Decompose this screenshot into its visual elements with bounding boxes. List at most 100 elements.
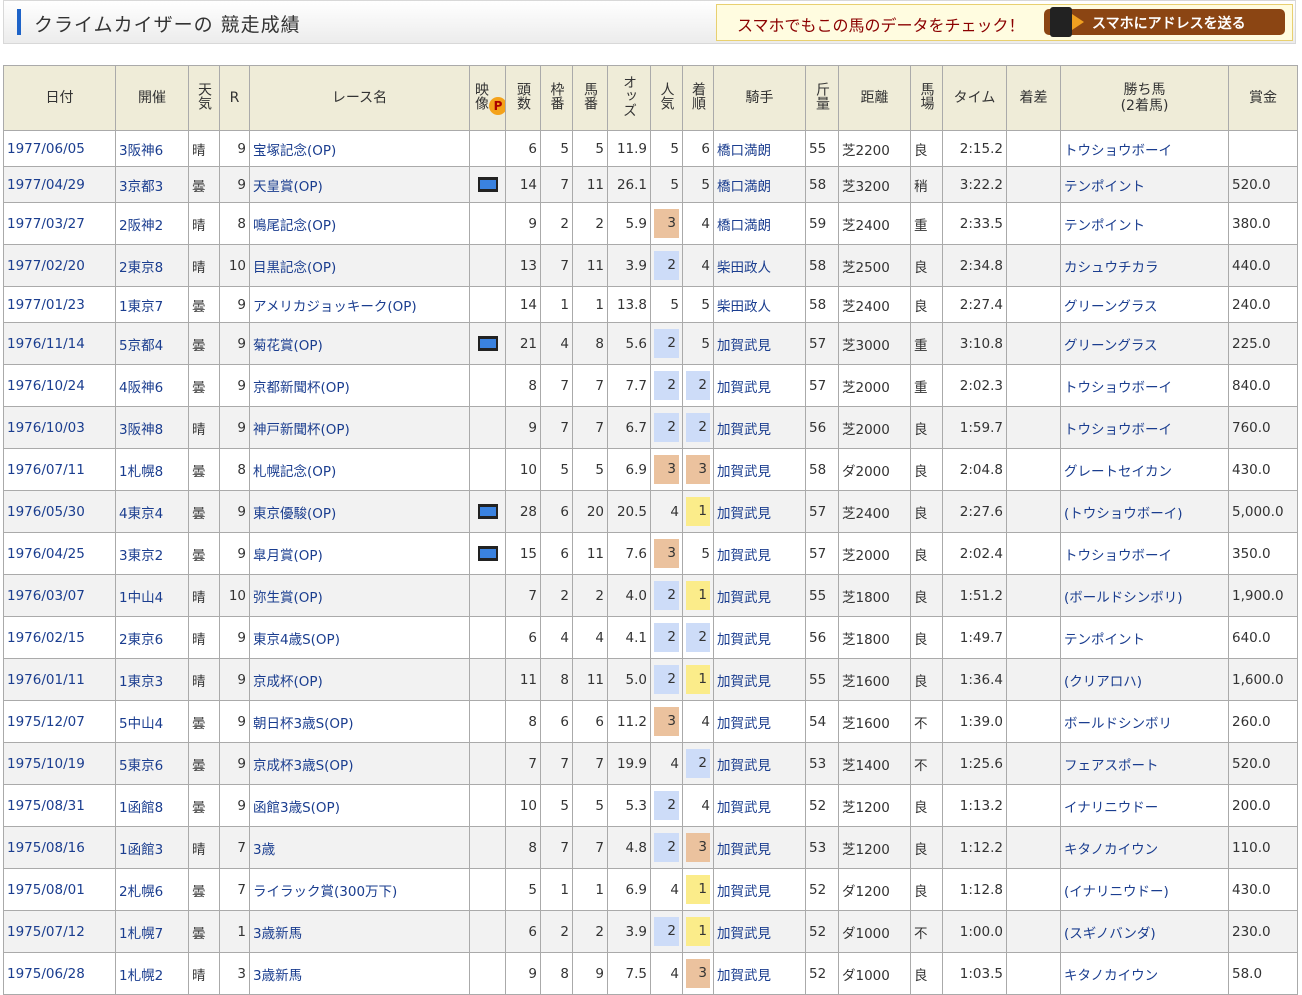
video-icon[interactable]: [477, 177, 498, 192]
cell-race-name[interactable]: 目黒記念(OP): [249, 244, 470, 287]
cell-video[interactable]: [469, 166, 506, 203]
cell-winner[interactable]: テンポイント: [1060, 616, 1229, 659]
video-icon[interactable]: [477, 504, 498, 519]
cell-jockey[interactable]: 加賀武見: [713, 490, 806, 533]
cell-race-name[interactable]: 京都新聞杯(OP): [249, 364, 470, 407]
cell-jockey[interactable]: 加賀武見: [713, 364, 806, 407]
cell-venue[interactable]: 1函館8: [115, 784, 189, 827]
cell-venue[interactable]: 3京都3: [115, 166, 189, 203]
cell-race-name[interactable]: 菊花賞(OP): [249, 322, 470, 365]
cell-jockey[interactable]: 加賀武見: [713, 826, 806, 869]
cell-winner[interactable]: トウショウボーイ: [1060, 406, 1229, 449]
cell-winner[interactable]: (イナリニウドー): [1060, 868, 1229, 911]
cell-jockey[interactable]: 加賀武見: [713, 616, 806, 659]
cell-date[interactable]: 1976/01/11: [3, 658, 116, 701]
cell-venue[interactable]: 2阪神2: [115, 202, 189, 245]
cell-venue[interactable]: 3阪神8: [115, 406, 189, 449]
cell-winner[interactable]: (クリアロハ): [1060, 658, 1229, 701]
cell-jockey[interactable]: 加賀武見: [713, 742, 806, 785]
cell-venue[interactable]: 4東京4: [115, 490, 189, 533]
cell-video[interactable]: [469, 490, 506, 533]
cell-race-name[interactable]: 東京優駿(OP): [249, 490, 470, 533]
cell-date[interactable]: 1977/02/20: [3, 244, 116, 287]
cell-date[interactable]: 1977/03/27: [3, 202, 116, 245]
cell-date[interactable]: 1975/12/07: [3, 700, 116, 743]
cell-venue[interactable]: 1東京7: [115, 286, 189, 323]
cell-race-name[interactable]: 3歳新馬: [249, 952, 470, 995]
cell-date[interactable]: 1977/01/23: [3, 286, 116, 323]
cell-winner[interactable]: トウショウボーイ: [1060, 130, 1229, 167]
cell-venue[interactable]: 2東京8: [115, 244, 189, 287]
cell-race-name[interactable]: 鳴尾記念(OP): [249, 202, 470, 245]
cell-jockey[interactable]: 加賀武見: [713, 952, 806, 995]
cell-race-name[interactable]: 朝日杯3歳S(OP): [249, 700, 470, 743]
cell-winner[interactable]: カシュウチカラ: [1060, 244, 1229, 287]
cell-date[interactable]: 1976/10/24: [3, 364, 116, 407]
cell-date[interactable]: 1975/08/31: [3, 784, 116, 827]
cell-winner[interactable]: テンポイント: [1060, 166, 1229, 203]
cell-race-name[interactable]: 東京4歳S(OP): [249, 616, 470, 659]
cell-race-name[interactable]: 京成杯(OP): [249, 658, 470, 701]
cell-venue[interactable]: 2札幌6: [115, 868, 189, 911]
cell-date[interactable]: 1976/10/03: [3, 406, 116, 449]
cell-race-name[interactable]: 神戸新聞杯(OP): [249, 406, 470, 449]
cell-date[interactable]: 1975/06/28: [3, 952, 116, 995]
cell-race-name[interactable]: 函館3歳S(OP): [249, 784, 470, 827]
cell-venue[interactable]: 1札幌2: [115, 952, 189, 995]
cell-date[interactable]: 1976/03/07: [3, 574, 116, 617]
cell-venue[interactable]: 1中山4: [115, 574, 189, 617]
cell-race-name[interactable]: アメリカジョッキーク(OP): [249, 286, 470, 323]
cell-date[interactable]: 1977/06/05: [3, 130, 116, 167]
cell-jockey[interactable]: 加賀武見: [713, 910, 806, 953]
cell-venue[interactable]: 3東京2: [115, 532, 189, 575]
cell-jockey[interactable]: 加賀武見: [713, 700, 806, 743]
cell-winner[interactable]: フェアスポート: [1060, 742, 1229, 785]
cell-jockey[interactable]: 橋口満朗: [713, 202, 806, 245]
cell-venue[interactable]: 5東京6: [115, 742, 189, 785]
cell-race-name[interactable]: 京成杯3歳S(OP): [249, 742, 470, 785]
cell-jockey[interactable]: 加賀武見: [713, 574, 806, 617]
cell-race-name[interactable]: 3歳新馬: [249, 910, 470, 953]
video-icon[interactable]: [477, 336, 498, 351]
cell-winner[interactable]: グリーングラス: [1060, 286, 1229, 323]
cell-date[interactable]: 1975/08/01: [3, 868, 116, 911]
cell-winner[interactable]: ボールドシンボリ: [1060, 700, 1229, 743]
cell-race-name[interactable]: 皐月賞(OP): [249, 532, 470, 575]
cell-venue[interactable]: 3阪神6: [115, 130, 189, 167]
cell-jockey[interactable]: 加賀武見: [713, 784, 806, 827]
cell-winner[interactable]: テンポイント: [1060, 202, 1229, 245]
cell-venue[interactable]: 1札幌8: [115, 448, 189, 491]
cell-winner[interactable]: トウショウボーイ: [1060, 532, 1229, 575]
cell-race-name[interactable]: 弥生賞(OP): [249, 574, 470, 617]
cell-winner[interactable]: イナリニウドー: [1060, 784, 1229, 827]
cell-venue[interactable]: 5京都4: [115, 322, 189, 365]
cell-video[interactable]: [469, 322, 506, 365]
cell-race-name[interactable]: 宝塚記念(OP): [249, 130, 470, 167]
cell-date[interactable]: 1976/04/25: [3, 532, 116, 575]
cell-jockey[interactable]: 橋口満朗: [713, 130, 806, 167]
cell-winner[interactable]: (ボールドシンボリ): [1060, 574, 1229, 617]
cell-venue[interactable]: 1札幌7: [115, 910, 189, 953]
cell-winner[interactable]: グリーングラス: [1060, 322, 1229, 365]
cell-race-name[interactable]: ライラック賞(300万下): [249, 868, 470, 911]
cell-jockey[interactable]: 柴田政人: [713, 286, 806, 323]
cell-winner[interactable]: (スギノバンダ): [1060, 910, 1229, 953]
cell-jockey[interactable]: 加賀武見: [713, 322, 806, 365]
cell-date[interactable]: 1977/04/29: [3, 166, 116, 203]
cell-race-name[interactable]: 3歳: [249, 826, 470, 869]
cell-date[interactable]: 1976/05/30: [3, 490, 116, 533]
cell-venue[interactable]: 2東京6: [115, 616, 189, 659]
cell-jockey[interactable]: 加賀武見: [713, 406, 806, 449]
cell-race-name[interactable]: 札幌記念(OP): [249, 448, 470, 491]
cell-jockey[interactable]: 加賀武見: [713, 448, 806, 491]
cell-venue[interactable]: 1函館3: [115, 826, 189, 869]
cell-jockey[interactable]: 加賀武見: [713, 868, 806, 911]
video-icon[interactable]: [477, 546, 498, 561]
cell-jockey[interactable]: 柴田政人: [713, 244, 806, 287]
cell-winner[interactable]: (トウショウボーイ): [1060, 490, 1229, 533]
cell-venue[interactable]: 1東京3: [115, 658, 189, 701]
cell-date[interactable]: 1975/10/19: [3, 742, 116, 785]
cell-jockey[interactable]: 加賀武見: [713, 658, 806, 701]
cell-winner[interactable]: グレートセイカン: [1060, 448, 1229, 491]
cell-date[interactable]: 1976/11/14: [3, 322, 116, 365]
